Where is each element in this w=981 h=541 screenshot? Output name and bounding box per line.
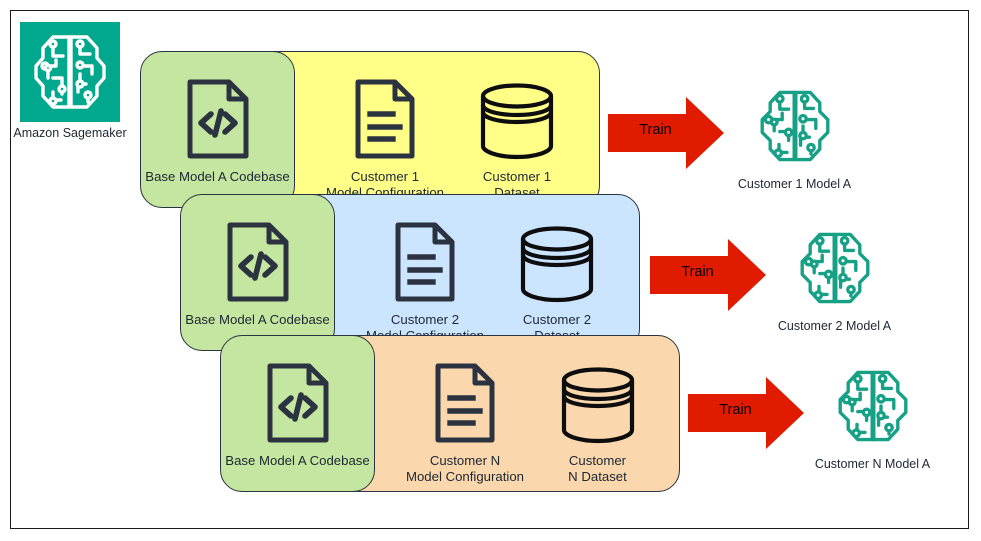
customer-1-train-label: Train bbox=[639, 122, 672, 138]
document-icon bbox=[433, 362, 497, 449]
customer-n-dataset-label: Customer N Dataset bbox=[568, 453, 627, 484]
code-document-icon bbox=[185, 78, 251, 165]
customer-1-dataset-item: Customer 1 Dataset bbox=[452, 82, 582, 201]
code-document-icon bbox=[225, 221, 291, 308]
customer-1-output-label: Customer 1 Model A bbox=[737, 177, 852, 191]
customer-n-dataset-item: Customer N Dataset bbox=[535, 366, 660, 485]
database-cylinder-icon bbox=[517, 225, 597, 308]
customer-n-train-label: Train bbox=[719, 402, 752, 418]
ai-brain-icon bbox=[755, 86, 835, 171]
customer-1-codebase-label: Base Model A Codebase bbox=[145, 169, 290, 184]
database-cylinder-icon bbox=[558, 366, 638, 449]
customer-2-codebase-label: Base Model A Codebase bbox=[185, 312, 330, 327]
ai-brain-icon bbox=[795, 228, 875, 313]
customer-n-config-item: Customer N Model Configuration bbox=[380, 362, 550, 485]
customer-n-codebase-item: Base Model A Codebase bbox=[220, 362, 375, 469]
customer-n-output-label: Customer N Model A bbox=[814, 457, 931, 471]
ai-brain-icon bbox=[833, 366, 913, 451]
database-cylinder-icon bbox=[477, 82, 557, 165]
customer-2-train-label: Train bbox=[681, 264, 714, 280]
customer-2-output-label: Customer 2 Model A bbox=[777, 319, 892, 333]
document-icon bbox=[353, 78, 417, 165]
sagemaker-brain-icon bbox=[34, 35, 106, 109]
customer-2-dataset-item: Customer 2 Dataset bbox=[492, 225, 622, 344]
sagemaker-label: Amazon Sagemaker bbox=[13, 126, 127, 140]
customer-1-config-item: Customer 1 Model Configuration bbox=[300, 78, 470, 201]
customer-n-output: Customer N Model A bbox=[790, 366, 955, 471]
customer-2-output: Customer 2 Model A bbox=[752, 228, 917, 333]
sagemaker-logo-tile bbox=[20, 22, 120, 122]
customer-n-codebase-label: Base Model A Codebase bbox=[225, 453, 370, 468]
customer-1-output: Customer 1 Model A bbox=[712, 86, 877, 191]
customer-n-config-label: Customer N Model Configuration bbox=[405, 453, 525, 484]
diagram-canvas: Amazon Sagemaker Base Model A Codebase C… bbox=[0, 0, 981, 541]
customer-1-codebase-item: Base Model A Codebase bbox=[140, 78, 295, 185]
customer-2-config-item: Customer 2 Model Configuration bbox=[340, 221, 510, 344]
customer-2-codebase-item: Base Model A Codebase bbox=[180, 221, 335, 328]
code-document-icon bbox=[265, 362, 331, 449]
document-icon bbox=[393, 221, 457, 308]
